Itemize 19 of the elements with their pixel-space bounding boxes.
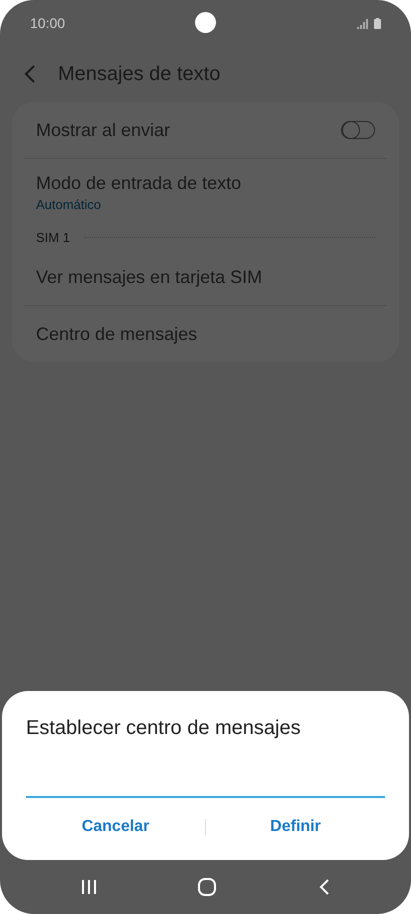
settings-item[interactable]: Modo de entrada de texto Automático <box>24 159 387 225</box>
recent-apps-icon[interactable] <box>80 879 97 895</box>
dialog-button[interactable]: Definir <box>206 810 385 844</box>
status-time: 10:00 <box>30 15 66 31</box>
item-value: Automático <box>36 196 102 212</box>
section-header: SIM 1 <box>36 230 70 244</box>
dialog-title: Establecer centro de mensajes <box>26 717 302 740</box>
battery-icon <box>374 18 381 28</box>
page-title: Mensajes de texto <box>58 62 220 86</box>
toggle-switch[interactable] <box>341 121 375 139</box>
camera-hole-icon <box>195 12 216 33</box>
item-label: Mostrar al enviar <box>36 120 170 140</box>
settings-item[interactable]: Ver mensajes en tarjeta SIM <box>24 249 387 306</box>
item-label: Modo de entrada de texto <box>36 172 242 194</box>
settings-item[interactable]: Mostrar al enviar <box>24 102 387 159</box>
dialog-button[interactable]: Cancelar <box>26 810 205 844</box>
home-icon[interactable] <box>198 878 216 896</box>
signal-icon <box>357 18 369 28</box>
settings-item[interactable]: Centro de mensajes <box>24 306 387 362</box>
